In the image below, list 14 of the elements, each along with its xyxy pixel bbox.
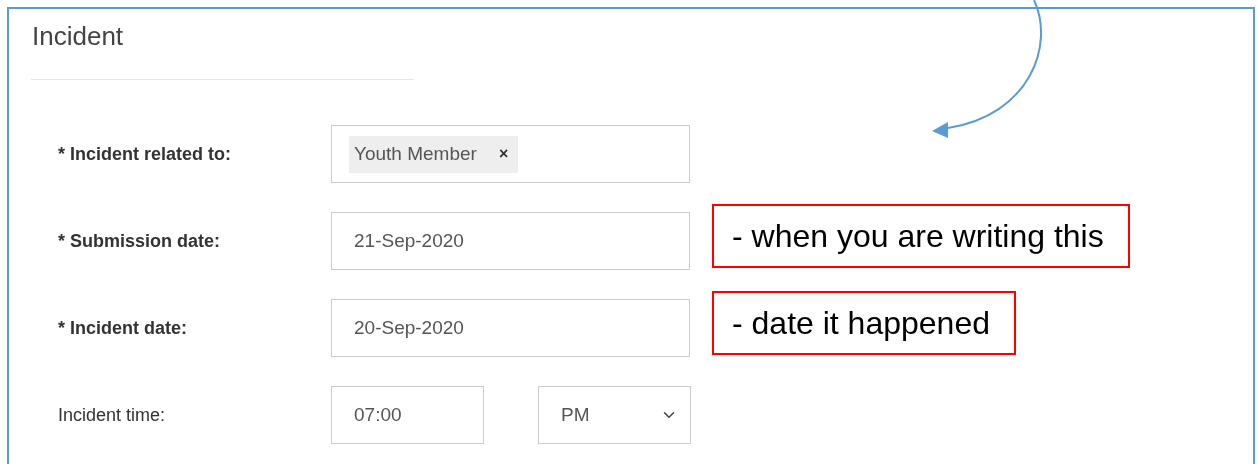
date-field[interactable]: 21-Sep-2020	[331, 212, 690, 270]
remove-button[interactable]: ×	[494, 145, 513, 163]
field-label: * Incident related to:	[58, 143, 233, 165]
field-label: Incident time:	[58, 404, 167, 426]
period-select[interactable]: PM	[538, 386, 691, 444]
time-field[interactable]: 07:00	[331, 386, 484, 444]
field-label: * Submission date:	[58, 230, 222, 252]
tag-field[interactable]: Youth Member ×	[331, 125, 690, 183]
tag-label: Youth Member	[354, 143, 477, 165]
section-title: Incident	[31, 21, 125, 51]
field-label: * Incident date:	[58, 317, 188, 339]
callout-note: - date it happened	[712, 291, 1016, 355]
callout-note: - when you are writing this	[712, 204, 1130, 268]
date-field[interactable]: 20-Sep-2020	[331, 299, 690, 357]
